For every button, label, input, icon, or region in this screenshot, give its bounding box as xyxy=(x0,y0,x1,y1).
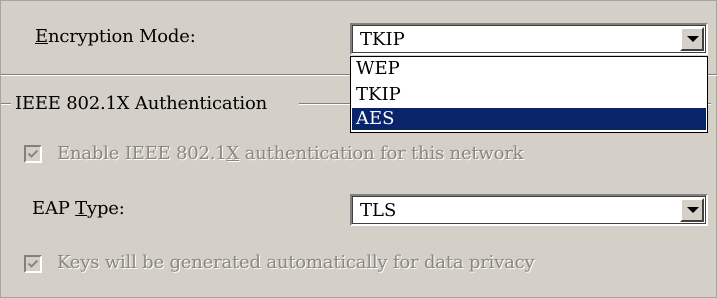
dialog-panel: Encryption Mode: TKIP IEEE 802.1X Authen… xyxy=(0,0,717,298)
eap-type-label: EAP Type: xyxy=(32,198,125,219)
encryption-mode-select[interactable]: TKIP xyxy=(350,23,708,55)
encryption-mode-dropdown-button[interactable] xyxy=(680,27,704,51)
encryption-mode-value: TKIP xyxy=(360,29,405,50)
checkmark-icon xyxy=(27,259,39,268)
eap-type-dropdown-button[interactable] xyxy=(680,198,704,222)
encryption-option-tkip[interactable]: TKIP xyxy=(352,84,706,106)
eap-type-mnemonic: T xyxy=(75,198,87,219)
enable-8021x-label: Enable IEEE 802.1X authentication for th… xyxy=(57,143,524,164)
auto-keys-label: Keys will be generated automatically for… xyxy=(57,252,535,273)
group-title: IEEE 802.1X Authentication xyxy=(15,93,268,114)
checkmark-icon xyxy=(27,149,39,158)
encryption-option-wep[interactable]: WEP xyxy=(352,58,706,80)
encryption-mode-mnemonic: E xyxy=(35,26,48,47)
encryption-option-aes[interactable]: AES xyxy=(352,108,706,130)
encryption-mode-label: Encryption Mode: xyxy=(35,26,196,47)
eap-type-value: TLS xyxy=(360,200,397,221)
eap-type-select[interactable]: TLS xyxy=(350,194,708,226)
encryption-mode-options-list[interactable]: WEP TKIP AES xyxy=(350,56,708,133)
group-line-left xyxy=(1,103,11,105)
auto-keys-checkbox[interactable] xyxy=(24,255,42,273)
enable-8021x-checkbox[interactable] xyxy=(24,145,42,163)
chevron-down-icon xyxy=(687,207,699,213)
chevron-down-icon xyxy=(687,36,699,42)
